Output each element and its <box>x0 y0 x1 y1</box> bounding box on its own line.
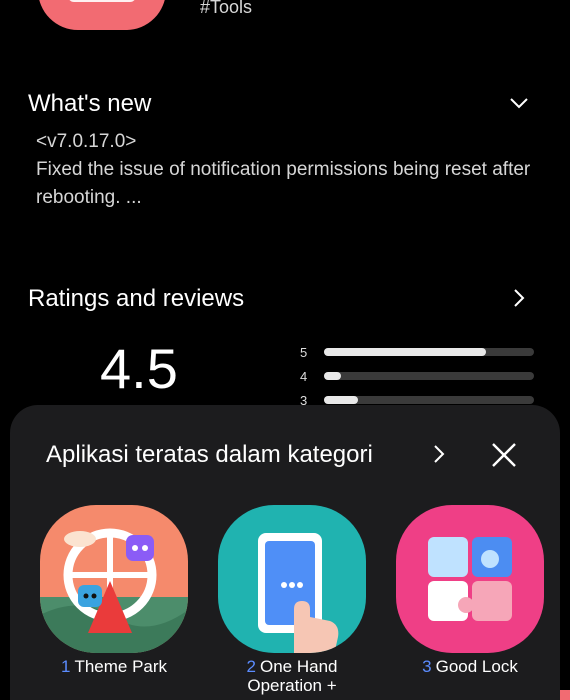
sheet-title[interactable]: Aplikasi teratas dalam kategori <box>46 441 373 469</box>
rating-bar-track <box>324 372 534 380</box>
theme-park-icon[interactable] <box>40 505 188 653</box>
rating-bar-row: 5 <box>300 340 540 364</box>
rating-bar-fill <box>324 372 341 380</box>
chevron-down-icon[interactable] <box>508 92 530 114</box>
whats-new-body: <v7.0.17.0> Fixed the issue of notificat… <box>36 128 546 212</box>
rating-bar-label: 4 <box>300 368 308 384</box>
close-icon[interactable] <box>488 439 520 471</box>
top-app-item[interactable]: 2 One Hand Operation + <box>218 505 366 695</box>
app-rank: 1 <box>60 657 71 676</box>
top-app-item[interactable]: 3 Good Lock <box>396 505 544 676</box>
app-icon <box>38 0 166 30</box>
one-hand-operation-icon[interactable] <box>218 505 366 653</box>
release-notes: Fixed the issue of notification permissi… <box>36 159 531 208</box>
app-name-text: One Hand Operation + <box>247 657 338 695</box>
chevron-right-icon[interactable] <box>508 287 530 309</box>
rating-score: 4.5 <box>100 337 178 400</box>
rating-bar-row: 4 <box>300 364 540 388</box>
top-app-item[interactable]: 1 Theme Park <box>40 505 188 676</box>
rating-bar-track <box>324 396 534 404</box>
app-name[interactable]: 1 Theme Park <box>40 657 188 676</box>
rating-bar-label: 5 <box>300 344 308 360</box>
app-name-text: Theme Park <box>74 657 168 676</box>
whats-new-title: What's new <box>28 90 152 117</box>
app-rank: 3 <box>422 657 432 676</box>
good-lock-icon[interactable] <box>396 505 544 653</box>
app-name[interactable]: 2 One Hand Operation + <box>218 657 366 695</box>
rating-bar-track <box>324 348 534 356</box>
app-rank: 2 <box>246 657 256 676</box>
app-name[interactable]: 3 Good Lock <box>396 657 544 676</box>
top-apps-sheet: Aplikasi teratas dalam kategori 1 Theme … <box>10 405 560 700</box>
ratings-title: Ratings and reviews <box>28 285 245 312</box>
app-name-text: Good Lock <box>435 657 518 676</box>
rating-bar-fill <box>324 396 358 404</box>
version-text: <v7.0.17.0> <box>36 131 137 152</box>
rating-distribution: 5 4 3 <box>300 340 540 412</box>
chevron-right-icon[interactable] <box>428 443 450 465</box>
rating-bar-fill <box>324 348 486 356</box>
indicator-dot <box>560 690 570 700</box>
category-tag[interactable]: #Tools <box>200 0 252 18</box>
